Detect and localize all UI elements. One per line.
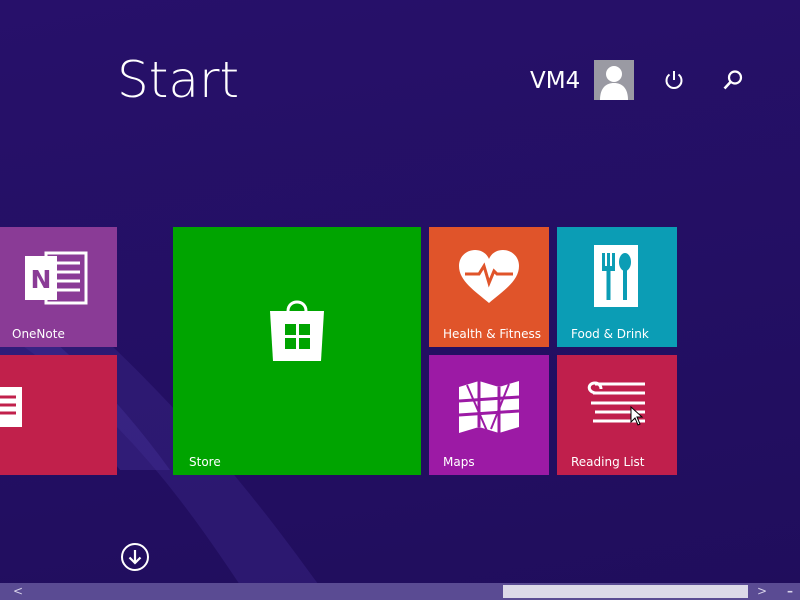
heart-pulse-icon (459, 250, 519, 303)
tile-reading-list[interactable]: Reading List (557, 355, 677, 475)
tile-onenote[interactable]: N OneNote (0, 227, 117, 347)
power-icon (665, 71, 683, 89)
fork-spoon-icon (594, 245, 638, 307)
mouse-cursor-icon (630, 406, 644, 426)
tile-label: Maps (443, 455, 475, 469)
tile-store[interactable]: Store (173, 227, 421, 475)
search-button[interactable] (721, 68, 745, 92)
tile-label: Food & Drink (571, 327, 649, 341)
svg-text:N: N (31, 265, 52, 294)
store-bag-icon (270, 300, 324, 361)
search-icon (723, 70, 743, 90)
tile-partial-app[interactable] (0, 355, 117, 475)
map-icon (458, 381, 520, 433)
horizontal-scrollbar[interactable]: < > – (0, 583, 800, 600)
avatar[interactable] (594, 60, 634, 100)
tile-label: OneNote (12, 327, 65, 341)
tile-maps[interactable]: Maps (429, 355, 549, 475)
scroll-thumb[interactable] (503, 585, 748, 598)
arrow-down-circle-icon (121, 543, 149, 571)
scroll-left-button[interactable]: < (8, 583, 28, 600)
tile-label: Store (189, 455, 221, 469)
start-title: Start (117, 51, 240, 109)
tile-food-drink[interactable]: Food & Drink (557, 227, 677, 347)
tile-health-fitness[interactable]: Health & Fitness (429, 227, 549, 347)
document-icon (0, 387, 22, 427)
user-silhouette-icon (594, 60, 634, 100)
tile-label: Health & Fitness (443, 327, 541, 341)
power-button[interactable] (662, 68, 686, 92)
scroll-right-button[interactable]: > (752, 583, 772, 600)
user-name[interactable]: VM4 (530, 66, 580, 96)
all-apps-button[interactable] (120, 542, 150, 572)
onenote-icon: N (25, 251, 88, 305)
zoom-out-button[interactable]: – (780, 583, 800, 600)
tile-label: Reading List (571, 455, 645, 469)
